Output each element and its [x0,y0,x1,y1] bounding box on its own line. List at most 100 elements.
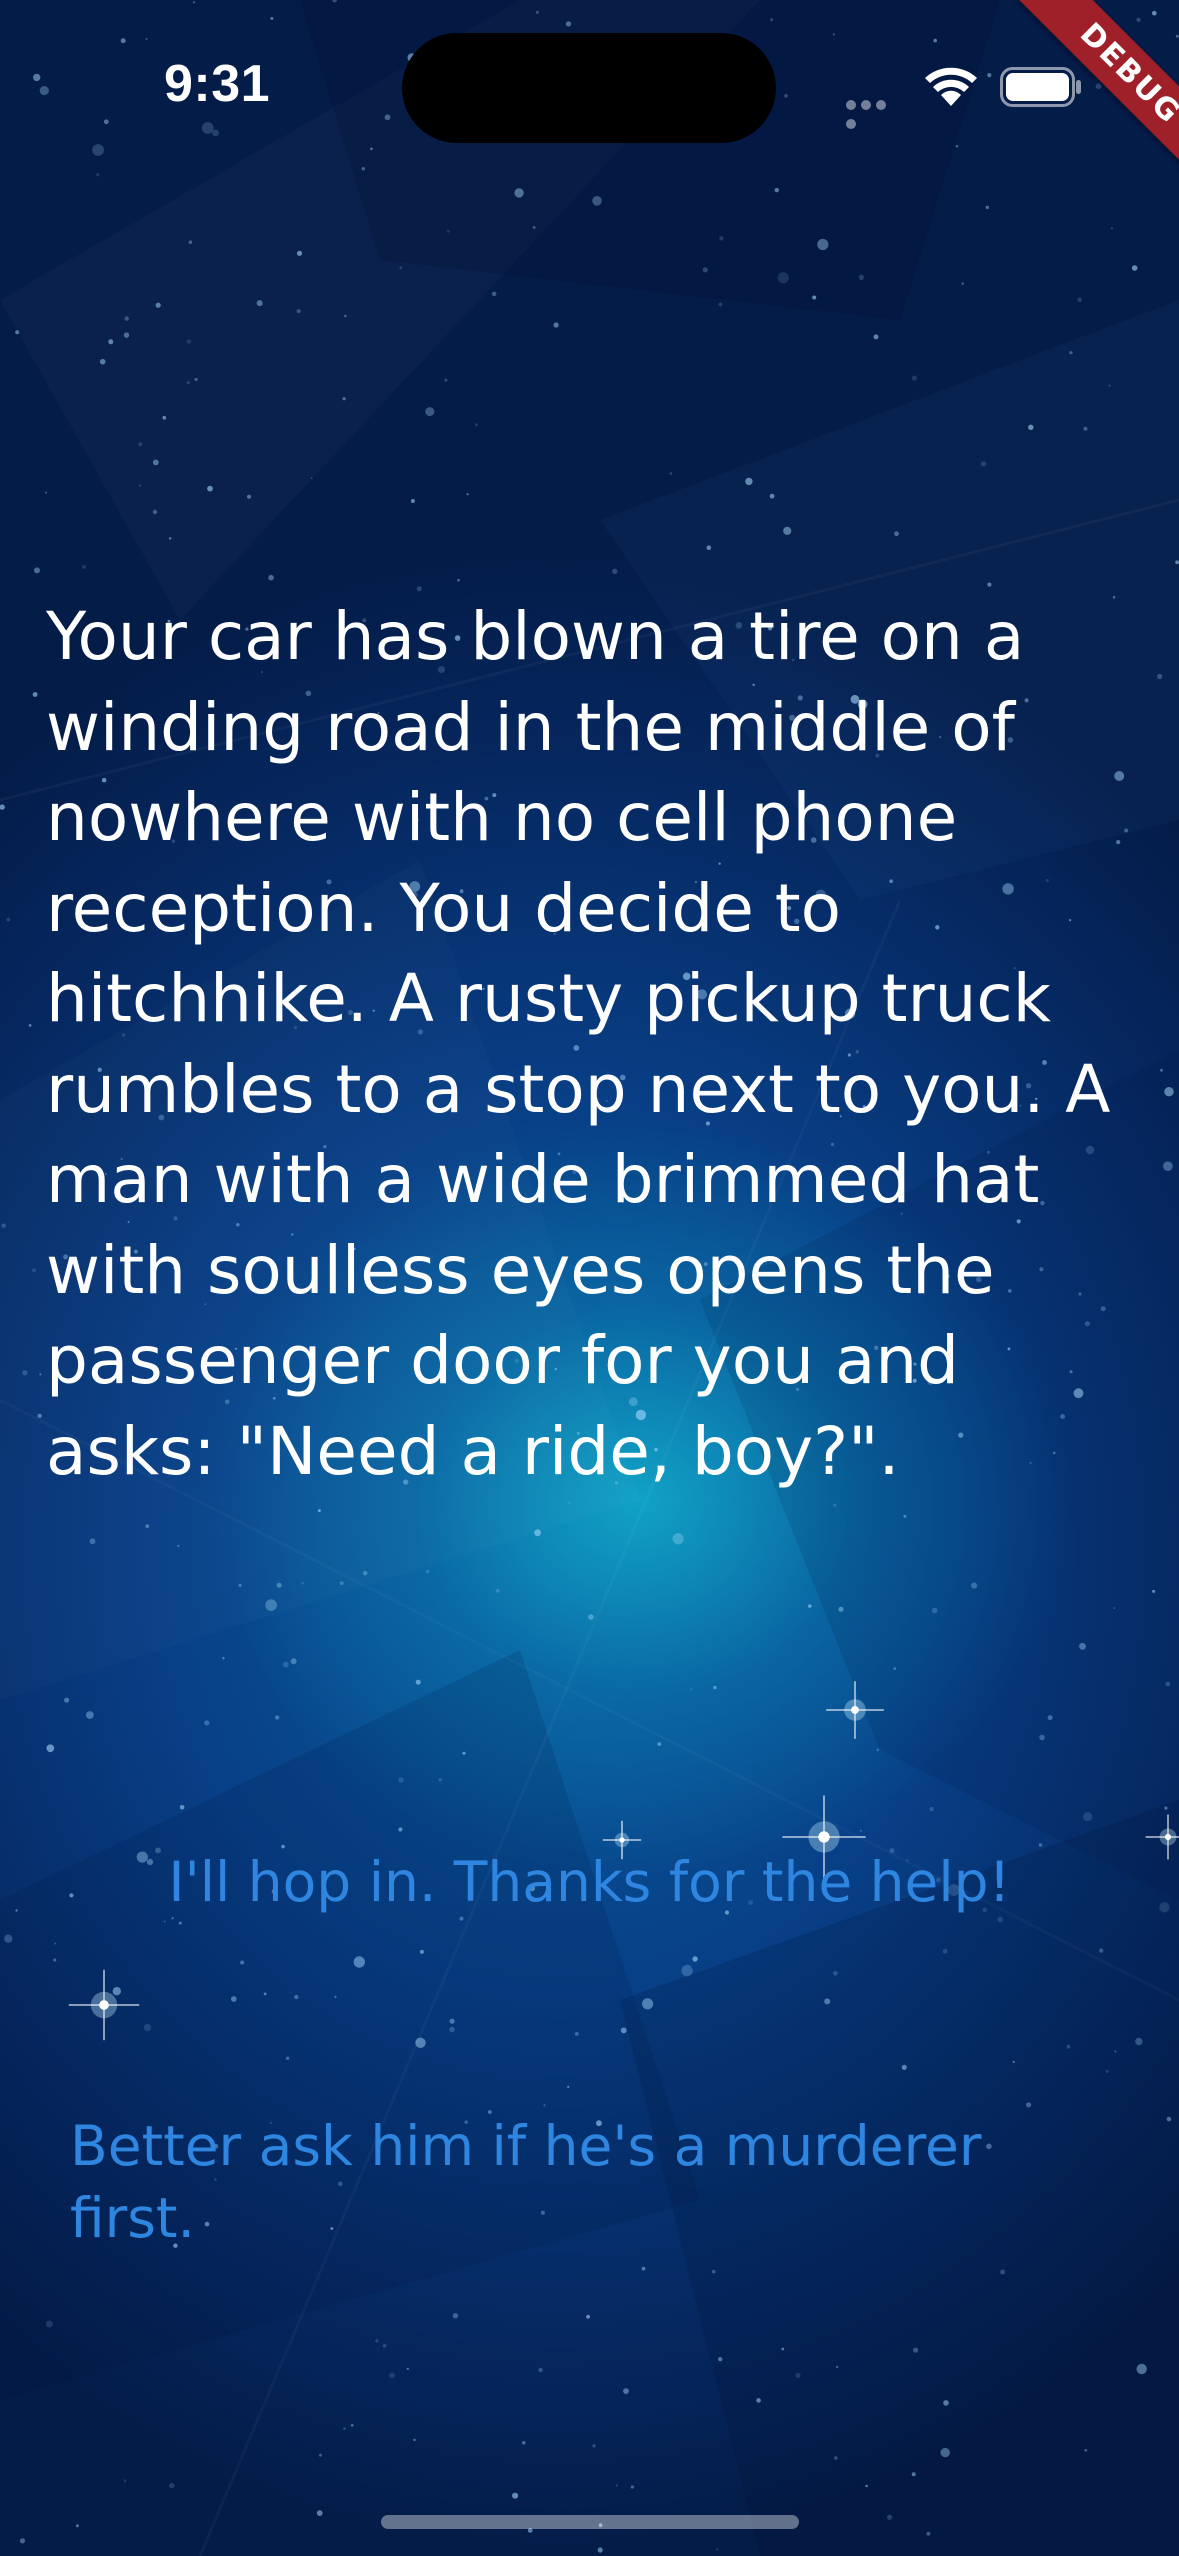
star-dot [672,1533,684,1545]
star-dot [893,1667,897,1670]
star-dot [1084,2448,1088,2452]
star-dot [124,316,129,321]
star-dot [398,1827,403,1832]
star-dot [715,2548,719,2551]
star-dot [162,415,167,420]
star-dot [1069,351,1073,355]
choice-1-button[interactable]: I'll hop in. Thanks for the help! [60,1846,1119,1918]
star-dot [192,1,196,4]
star-dot [535,10,540,14]
star-dot [929,1806,934,1812]
star-dot [169,2482,175,2489]
star-dot [1163,1161,1173,1171]
star-dot [931,1607,938,1614]
star-dot [120,38,126,44]
star-dot [1039,1734,1045,1741]
star-dot [817,238,829,251]
star-dot [1110,227,1114,230]
star-dot [1152,1589,1156,1593]
star-dot [301,1582,304,1585]
star-dot [103,119,109,125]
star-dot [37,1413,42,1419]
star-dot [901,2064,907,2070]
star-dot [1000,2269,1006,2275]
star-dot [353,1956,365,1968]
star-dot [543,2104,546,2107]
star-dot [34,567,40,574]
star-dot [615,2484,618,2487]
star-dot [375,2339,379,2343]
star-dot [745,477,753,486]
sparkle [826,1681,884,1739]
star-dot [207,485,213,492]
star-dot [33,73,41,82]
star-dot [194,377,198,382]
star-dot [1159,1902,1170,1913]
star-dot [361,167,365,171]
star-dot [155,302,161,308]
star-dot [370,147,373,151]
star-dot [532,226,536,229]
star-dot [275,1715,280,1720]
star-dot [623,2388,629,2395]
star-dot [784,94,788,98]
star-dot [1175,560,1179,565]
star-dot [438,1778,442,1782]
star-dot [99,358,106,365]
star-dot [1012,2060,1015,2063]
choice-2-button[interactable]: Better ask him if he's a murderer first. [70,2110,1070,2254]
star-dot [152,509,158,515]
star-dot [143,2023,152,2032]
star-dot [285,2056,290,2060]
star-dot [15,1909,18,1912]
star-dot [85,1711,94,1719]
star-dot [247,494,251,499]
star-dot [384,114,391,121]
star-dot [534,1529,541,1537]
star-dot [980,461,987,467]
star-dot [415,2037,426,2048]
star-dot [344,314,347,318]
story-text: Your car has blown a tire on a winding r… [46,598,1111,1490]
star-dot [212,129,219,137]
star-dot [971,1582,978,1589]
star-dot [419,1949,424,1954]
wifi-icon [925,67,977,106]
star-dot [838,1606,844,1612]
star-dot [1135,2037,1143,2046]
star-dot [987,582,992,587]
star-dot [565,21,572,27]
star-dot [179,1805,185,1810]
star-dot [39,1373,42,1376]
star-dot [296,250,303,256]
star-dot [270,17,274,20]
star-dot [894,531,899,537]
star-dot [873,334,879,340]
star-dot [1066,2044,1071,2049]
star-dot [706,545,712,550]
star-dot [186,339,192,344]
star-dot [152,459,159,466]
star-dot [574,2032,579,2036]
star-dot [1099,1948,1104,1953]
star-dot [926,2531,931,2536]
star-dot [96,173,100,177]
star-dot [592,196,602,206]
star-dot [188,240,193,244]
star-dot [1131,265,1138,271]
star-dot [15,330,20,335]
star-dot [163,1920,166,1923]
star-dot [824,1998,831,2005]
star-dot [204,1720,210,1726]
star-dot [398,1777,404,1783]
star-dot [410,499,415,503]
star-dot [712,2269,716,2274]
star-dot [1114,2050,1117,2053]
star-dot [1164,1087,1174,1097]
star-dot [858,274,864,280]
star-dot [511,2492,519,2499]
star-dot [64,1697,70,1703]
star-dot [256,300,263,307]
star-dot [702,267,708,273]
star-dot [812,295,817,300]
